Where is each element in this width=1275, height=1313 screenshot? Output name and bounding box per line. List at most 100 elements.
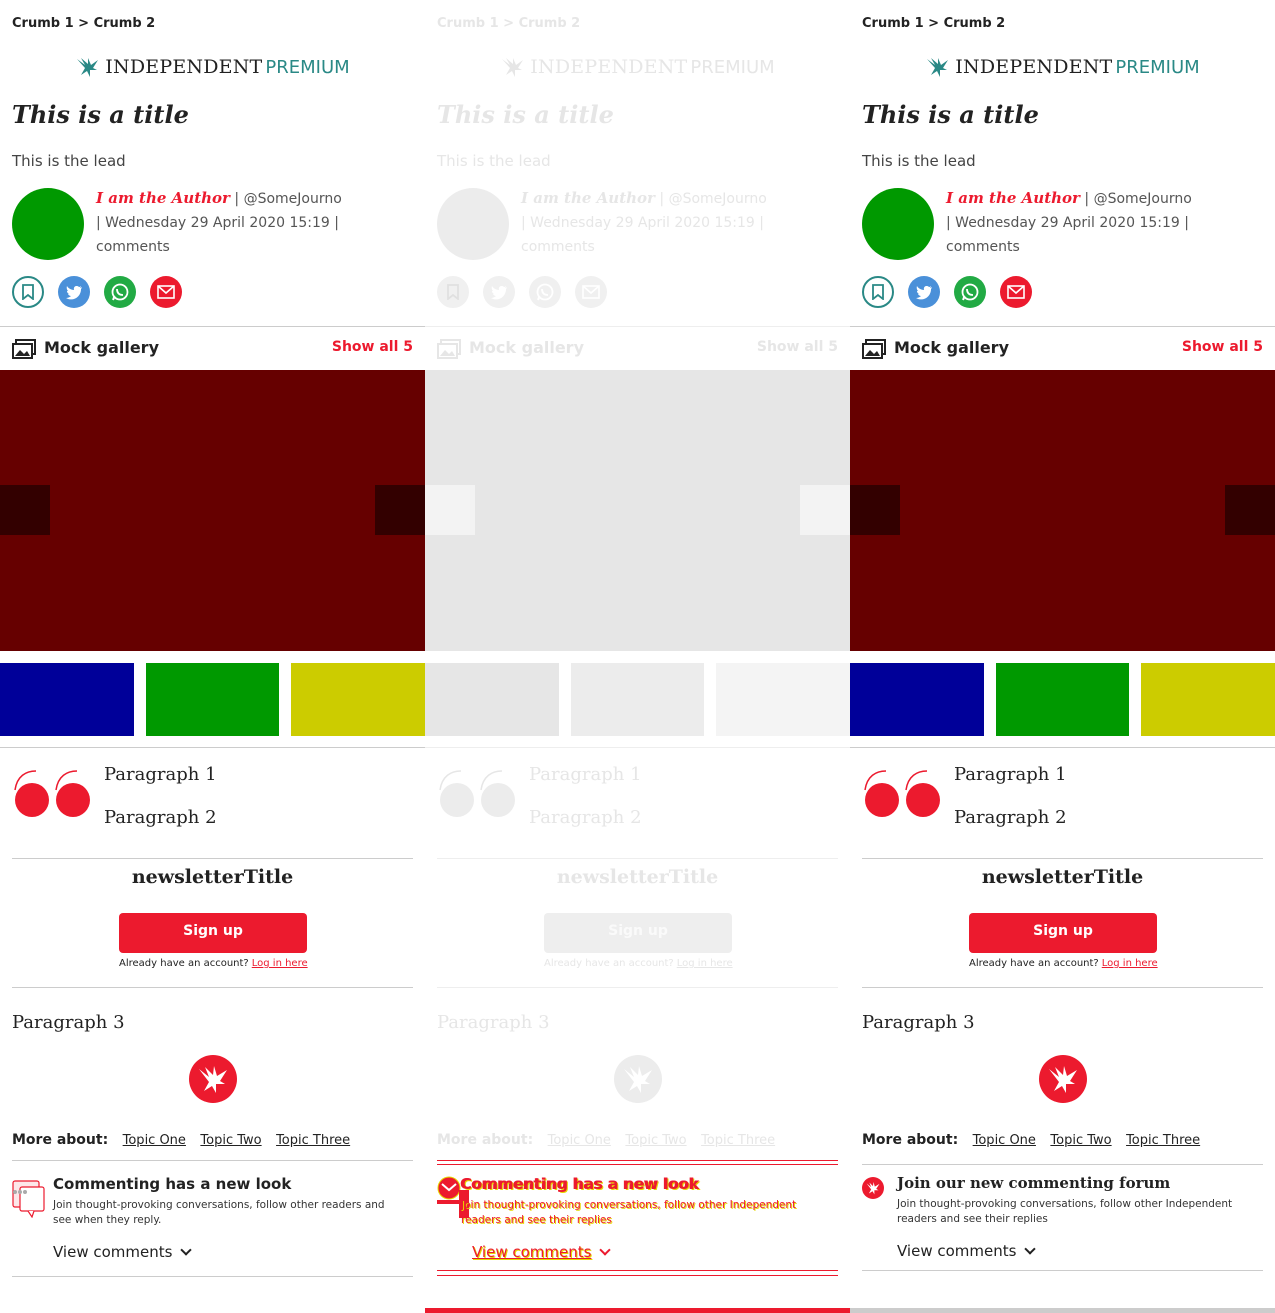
comments-link[interactable]: comments (521, 239, 595, 255)
topic-link[interactable]: Topic Two (1050, 1133, 1111, 1148)
show-all-button[interactable]: Show all 5 (757, 339, 838, 355)
comments-link[interactable]: comments (96, 239, 170, 255)
brand-logo[interactable]: INDEPENDENT PREMIUM (425, 55, 850, 79)
brand-tier: PREMIUM (690, 56, 775, 78)
eagle-icon (502, 58, 524, 77)
divider (862, 1270, 1263, 1271)
gallery-title: Mock gallery (894, 338, 1009, 357)
gallery-prev-button[interactable] (425, 485, 475, 535)
brand-logo[interactable]: INDEPENDENT PREMIUM (0, 55, 425, 79)
login-link[interactable]: Log in here (677, 958, 733, 969)
eagle-icon (199, 1066, 227, 1093)
bottom-bar (425, 1308, 850, 1313)
eagle-icon (866, 1182, 880, 1195)
whatsapp-share-button[interactable] (954, 276, 986, 308)
gallery-prev-button[interactable] (0, 485, 50, 535)
paragraph-3: Paragraph 3 (437, 1012, 550, 1033)
topic-link[interactable]: Topic One (973, 1133, 1036, 1148)
topic-link[interactable]: Topic Two (625, 1133, 686, 1148)
whatsapp-share-button[interactable] (529, 276, 561, 308)
author-name[interactable]: I am the Author (521, 189, 655, 207)
gallery-next-button[interactable] (375, 485, 425, 535)
brand-logo[interactable]: INDEPENDENT PREMIUM (850, 55, 1275, 79)
bookmark-button[interactable] (12, 276, 44, 308)
topic-link[interactable]: Topic One (123, 1133, 186, 1148)
email-icon (157, 285, 175, 299)
email-share-button[interactable] (150, 276, 182, 308)
topic-link[interactable]: Topic Three (1126, 1133, 1200, 1148)
divider (437, 858, 838, 859)
email-share-button[interactable] (575, 276, 607, 308)
signup-button[interactable]: Sign up (544, 913, 732, 953)
twitter-share-button[interactable] (483, 276, 515, 308)
chevron-down-icon (599, 1244, 612, 1256)
show-all-button[interactable]: Show all 5 (332, 339, 413, 355)
commenting-description: Join thought-provoking conversations, fo… (461, 1199, 797, 1226)
paragraph-1: Paragraph 1 (529, 764, 642, 785)
brand-name: INDEPENDENT (955, 56, 1113, 78)
gallery-thumbnail[interactable] (996, 663, 1129, 736)
commenting-description: Join thought-provoking conversations, fo… (897, 1198, 1233, 1225)
twitter-share-button[interactable] (908, 276, 940, 308)
gallery-main-image[interactable] (850, 370, 1275, 651)
paragraph-2: Paragraph 2 (529, 807, 642, 828)
author-handle[interactable]: | @SomeJourno (659, 191, 766, 207)
topic-link[interactable]: Topic One (548, 1133, 611, 1148)
chevron-down-icon (1024, 1243, 1037, 1255)
topic-link[interactable]: Topic Three (701, 1133, 775, 1148)
login-link[interactable]: Log in here (1102, 958, 1158, 969)
whatsapp-icon (961, 283, 979, 301)
divider (437, 1160, 838, 1161)
gallery-prev-button[interactable] (850, 485, 900, 535)
divider (437, 1164, 838, 1165)
view-comments-button[interactable]: View comments (472, 1243, 612, 1261)
gallery-thumbnail[interactable] (716, 663, 850, 736)
divider (12, 1160, 413, 1161)
breadcrumb[interactable]: Crumb 1 > Crumb 2 (437, 16, 580, 31)
gallery-next-button[interactable] (1225, 485, 1275, 535)
topic-link[interactable]: Topic Two (200, 1133, 261, 1148)
login-link[interactable]: Log in here (252, 958, 308, 969)
topic-link[interactable]: Topic Three (276, 1133, 350, 1148)
signup-button[interactable]: Sign up (119, 913, 307, 953)
show-all-button[interactable]: Show all 5 (1182, 339, 1263, 355)
breadcrumb[interactable]: Crumb 1 > Crumb 2 (12, 16, 155, 31)
divider (425, 747, 850, 748)
account-text: Already have an account? (119, 958, 249, 969)
gallery-main-image[interactable] (425, 370, 850, 651)
bookmark-icon (872, 284, 884, 300)
bottom-bar (0, 1308, 425, 1313)
brand-tier: PREMIUM (1115, 56, 1200, 78)
gallery-thumbnails (850, 663, 1275, 736)
gallery-thumbnail[interactable] (291, 663, 425, 736)
gallery-thumbnail[interactable] (425, 663, 559, 736)
gallery-thumbnail[interactable] (850, 663, 984, 736)
author-handle[interactable]: | @SomeJourno (1084, 191, 1191, 207)
gallery-main-image[interactable] (0, 370, 425, 651)
gallery-thumbnails (0, 663, 425, 736)
gallery-thumbnail[interactable] (0, 663, 134, 736)
breadcrumb[interactable]: Crumb 1 > Crumb 2 (862, 16, 1005, 31)
author-handle[interactable]: | @SomeJourno (234, 191, 341, 207)
paragraph-3: Paragraph 3 (862, 1012, 975, 1033)
view-comments-label: View comments (472, 1243, 592, 1261)
author-name[interactable]: I am the Author (96, 189, 230, 207)
email-share-button[interactable] (1000, 276, 1032, 308)
view-comments-button[interactable]: View comments (897, 1242, 1037, 1260)
newsletter-title: newsletterTitle (131, 866, 294, 888)
view-comments-button[interactable]: View comments (53, 1243, 193, 1261)
comments-link[interactable]: comments (946, 239, 1020, 255)
twitter-share-button[interactable] (58, 276, 90, 308)
newsletter-title: newsletterTitle (981, 866, 1144, 888)
bookmark-button[interactable] (862, 276, 894, 308)
whatsapp-share-button[interactable] (104, 276, 136, 308)
article-panel-3: Crumb 1 > Crumb 2 INDEPENDENT PREMIUM Thi… (850, 0, 1275, 1313)
gallery-next-button[interactable] (800, 485, 850, 535)
signup-button[interactable]: Sign up (969, 913, 1157, 953)
author-name[interactable]: I am the Author (946, 189, 1080, 207)
bookmark-button[interactable] (437, 276, 469, 308)
gallery-thumbnail[interactable] (571, 663, 704, 736)
account-prompt: Already have an account? Log in here (119, 958, 308, 969)
gallery-thumbnail[interactable] (146, 663, 279, 736)
gallery-thumbnail[interactable] (1141, 663, 1275, 736)
